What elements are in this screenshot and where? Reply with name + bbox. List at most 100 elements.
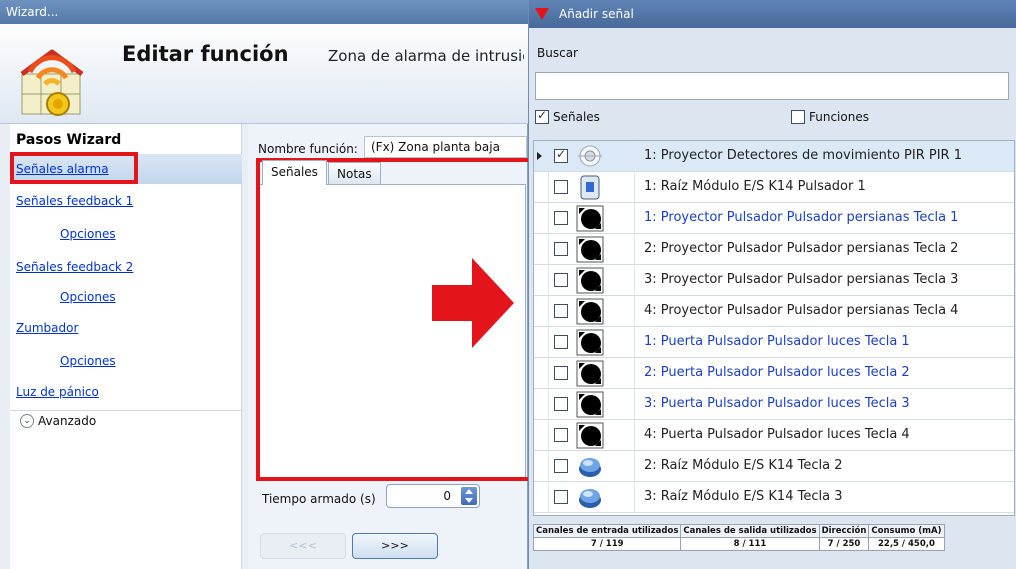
filter-functions-label: Funciones: [809, 110, 869, 124]
step-opciones-2[interactable]: Opciones: [60, 290, 116, 304]
signal-row[interactable]: 2: Puerta Pulsador Pulsador luces Tecla …: [534, 358, 1014, 389]
column-divider: [634, 296, 635, 327]
pushbutton-icon: [576, 422, 604, 449]
signal-label: 2: Puerta Pulsador Pulsador luces Tecla …: [644, 365, 910, 380]
pushbutton-icon: [576, 205, 604, 232]
signal-label: 2: Raíz Módulo E/S K14 Tecla 2: [644, 458, 843, 473]
signal-row[interactable]: 3: Raíz Módulo E/S K14 Tecla 3: [534, 482, 1014, 513]
signal-label: 1: Raíz Módulo E/S K14 Pulsador 1: [644, 179, 866, 194]
column-divider: [634, 265, 635, 296]
column-divider: [548, 172, 549, 203]
tab-senales[interactable]: Señales: [262, 160, 327, 185]
step-senales-feedback-2[interactable]: Señales feedback 2: [16, 260, 133, 274]
column-divider: [634, 203, 635, 234]
stats-header: Consumo (mA): [868, 524, 945, 538]
previous-button[interactable]: <<<: [260, 533, 346, 559]
row-pointer-icon: [537, 152, 542, 160]
row-checkbox[interactable]: [554, 147, 568, 163]
signal-row[interactable]: 2: Raíz Módulo E/S K14 Tecla 2: [534, 451, 1014, 482]
column-divider: [548, 327, 549, 358]
pushbutton-icon: [576, 298, 604, 325]
add-signal-panel: Añadir señal Buscar Señales Funciones 1:…: [528, 0, 1016, 569]
column-divider: [634, 358, 635, 389]
column-divider: [634, 420, 635, 451]
row-checkbox[interactable]: [554, 397, 568, 411]
row-checkbox[interactable]: [554, 242, 568, 256]
armed-time-value: 0: [443, 489, 451, 503]
stats-header: Canales de entrada utilizados: [532, 524, 682, 538]
step-senales-feedback-1[interactable]: Señales feedback 1: [16, 194, 133, 208]
signal-label: 1: Proyector Detectores de movimiento PI…: [644, 148, 962, 163]
stats-header: Canales de salida utilizados: [680, 524, 820, 538]
filter-icon: [535, 8, 549, 20]
column-divider: [548, 141, 549, 172]
step-opciones-1[interactable]: Opciones: [60, 227, 116, 241]
signal-row[interactable]: 3: Puerta Pulsador Pulsador luces Tecla …: [534, 389, 1014, 420]
wizard-steps-sidebar: Pasos Wizard Señales alarma Señales feed…: [10, 124, 242, 569]
wizard-title-bar: Wizard...: [0, 0, 528, 24]
round-button-icon: [576, 484, 604, 511]
signal-row[interactable]: 4: Proyector Pulsador Pulsador persianas…: [534, 296, 1014, 327]
stats-value: 8 / 111: [680, 537, 820, 551]
row-checkbox[interactable]: [554, 459, 568, 473]
row-checkbox[interactable]: [554, 273, 568, 287]
armed-time-stepper[interactable]: 0: [386, 484, 480, 508]
search-label: Buscar: [537, 46, 578, 60]
signal-label: 1: Puerta Pulsador Pulsador luces Tecla …: [644, 334, 910, 349]
column-divider: [634, 327, 635, 358]
column-divider: [548, 296, 549, 327]
signal-label: 3: Proyector Pulsador Pulsador persianas…: [644, 272, 959, 287]
stats-value: 7 / 119: [532, 537, 682, 551]
column-divider: [548, 234, 549, 265]
column-divider: [634, 172, 635, 203]
step-luz-de-panico[interactable]: Luz de pánico: [16, 385, 99, 399]
filter-functions[interactable]: Funciones: [791, 110, 869, 124]
row-checkbox[interactable]: [554, 335, 568, 349]
advanced-toggle[interactable]: ⌄ Avanzado: [20, 414, 96, 428]
signal-row[interactable]: 1: Raíz Módulo E/S K14 Pulsador 1: [534, 172, 1014, 203]
pushbutton-icon: [576, 391, 604, 418]
divider: [10, 410, 242, 411]
signal-label: 3: Puerta Pulsador Pulsador luces Tecla …: [644, 396, 910, 411]
functions-checkbox[interactable]: [791, 110, 805, 124]
row-checkbox[interactable]: [554, 366, 568, 380]
filter-signals-label: Señales: [553, 110, 600, 124]
pushbutton-icon: [576, 267, 604, 294]
filter-signals[interactable]: Señales: [535, 108, 600, 124]
row-checkbox[interactable]: [554, 211, 568, 225]
signal-row[interactable]: 1: Puerta Pulsador Pulsador luces Tecla …: [534, 327, 1014, 358]
signal-row[interactable]: 3: Proyector Pulsador Pulsador persianas…: [534, 265, 1014, 296]
signal-label: 1: Proyector Pulsador Pulsador persianas…: [644, 210, 959, 225]
row-checkbox[interactable]: [554, 180, 568, 194]
column-divider: [634, 451, 635, 482]
signal-label: 3: Raíz Módulo E/S K14 Tecla 3: [644, 489, 843, 504]
column-divider: [548, 482, 549, 513]
signals-checkbox[interactable]: [535, 108, 549, 124]
row-checkbox[interactable]: [554, 304, 568, 318]
signal-row[interactable]: 1: Proyector Pulsador Pulsador persianas…: [534, 203, 1014, 234]
row-checkbox[interactable]: [554, 428, 568, 442]
column-divider: [548, 265, 549, 296]
advanced-label: Avanzado: [38, 414, 97, 428]
steps-title: Pasos Wizard: [16, 132, 122, 148]
spin-arrows-icon[interactable]: [461, 487, 477, 505]
function-name-input[interactable]: (Fx) Zona planta baja: [364, 136, 527, 158]
stats-value: 22,5 / 450,0: [868, 537, 945, 551]
search-input[interactable]: [535, 72, 1009, 100]
pushbutton-icon: [576, 360, 604, 387]
column-divider: [548, 389, 549, 420]
signal-row[interactable]: 4: Puerta Pulsador Pulsador luces Tecla …: [534, 420, 1014, 451]
step-zumbador[interactable]: Zumbador: [16, 321, 78, 335]
signal-row[interactable]: 1: Proyector Detectores de movimiento PI…: [534, 141, 1014, 172]
chevron-down-icon: ⌄: [20, 414, 34, 428]
next-button[interactable]: >>>: [352, 533, 438, 559]
signal-row[interactable]: 2: Proyector Pulsador Pulsador persianas…: [534, 234, 1014, 265]
column-divider: [548, 451, 549, 482]
column-divider: [548, 420, 549, 451]
resource-usage-table: Canales de entrada utilizados Canales de…: [532, 524, 949, 562]
row-checkbox[interactable]: [554, 490, 568, 504]
page-subtitle: Zona de alarma de intrusión: [328, 47, 524, 65]
signal-label: 4: Proyector Pulsador Pulsador persianas…: [644, 303, 959, 318]
signal-label: 4: Puerta Pulsador Pulsador luces Tecla …: [644, 427, 910, 442]
step-opciones-3[interactable]: Opciones: [60, 354, 116, 368]
